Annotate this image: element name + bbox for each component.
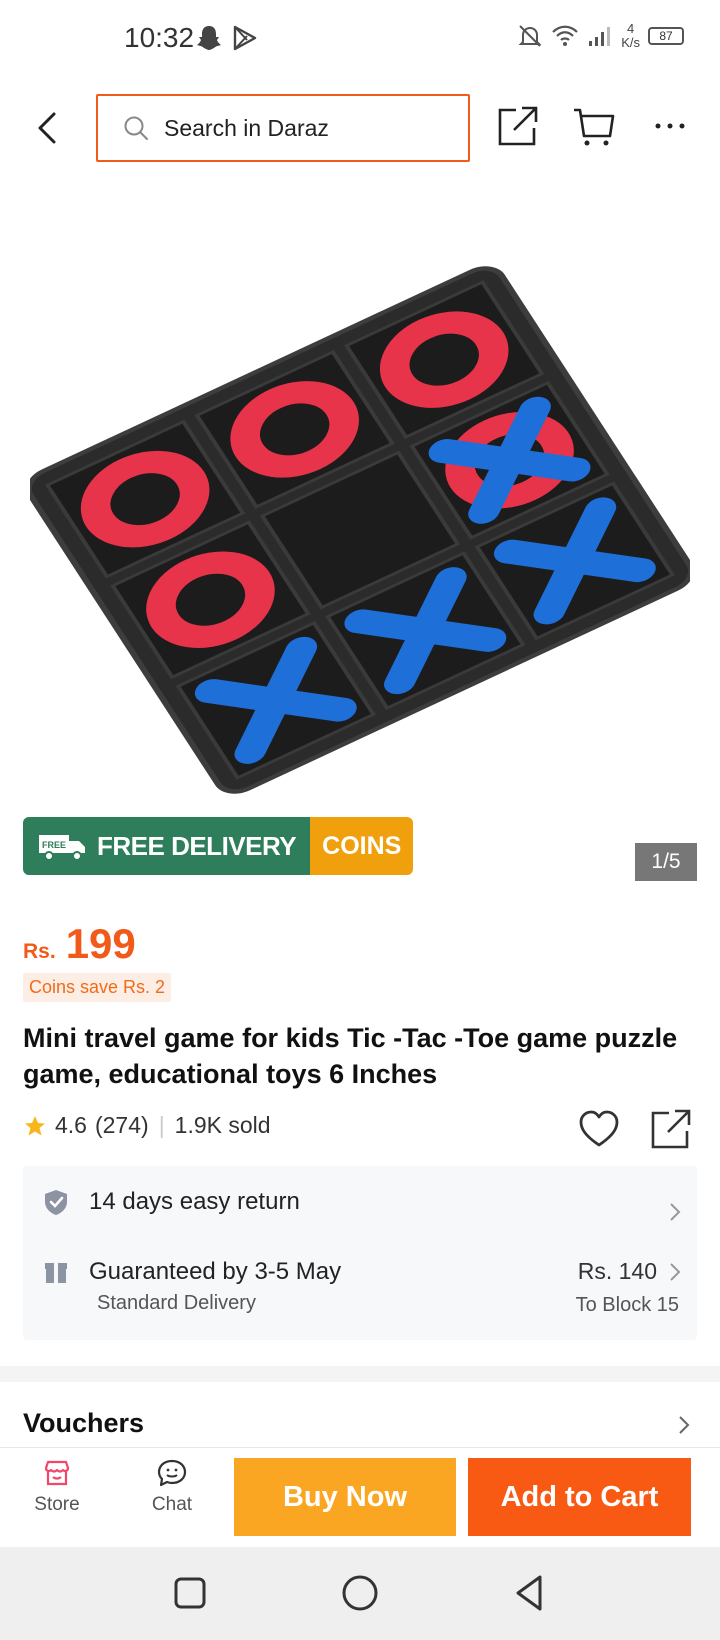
rating-divider: | <box>158 1112 165 1138</box>
free-delivery-badge: FREE FREE DELIVERY <box>23 817 311 875</box>
header: Search in Daraz <box>0 90 720 164</box>
wifi-icon <box>552 25 578 46</box>
star-icon <box>25 1115 45 1135</box>
chat-label: Chat <box>151 1494 193 1515</box>
android-nav-bar <box>0 1547 720 1640</box>
heart-icon[interactable] <box>578 1109 620 1149</box>
price-currency: Rs. <box>23 940 56 963</box>
return-policy-text: 14 days easy return <box>89 1188 300 1215</box>
review-count: (274) <box>94 1112 149 1138</box>
bottom-action-bar: Store Chat Buy Now Add to Cart <box>0 1447 720 1547</box>
more-options-icon[interactable] <box>648 104 692 148</box>
search-icon <box>124 116 148 140</box>
coins-save-tag: Coins save Rs. 2 <box>23 973 172 1002</box>
battery-indicator: 87 <box>648 27 684 45</box>
buy-now-button[interactable]: Buy Now <box>234 1458 456 1536</box>
shield-check-icon <box>45 1190 67 1215</box>
free-delivery-banner: FREE FREE DELIVERY COINS <box>23 817 414 875</box>
chevron-right-icon[interactable] <box>678 1415 690 1435</box>
return-policy-row[interactable]: 14 days easy return <box>43 1188 300 1216</box>
net-speed-unit: K/s <box>621 35 640 50</box>
rating-row[interactable]: 4.6 (274) | 1.9K sold <box>23 1112 271 1139</box>
back-nav-icon[interactable] <box>510 1573 550 1613</box>
free-badge-text: FREE <box>42 840 66 850</box>
coins-badge: COINS <box>310 817 414 875</box>
price-value: 199 <box>65 920 136 967</box>
back-arrow-icon[interactable] <box>30 108 66 148</box>
product-image[interactable] <box>30 260 690 800</box>
store-button[interactable]: Store <box>12 1458 102 1516</box>
recents-icon[interactable] <box>170 1573 210 1613</box>
status-time: 10:32 <box>124 22 195 53</box>
mute-bell-icon <box>518 25 542 47</box>
chevron-right-icon[interactable] <box>669 1262 681 1282</box>
free-delivery-text: FREE DELIVERY <box>97 830 297 861</box>
add-to-cart-button[interactable]: Add to Cart <box>468 1458 691 1536</box>
image-counter: 1/5 <box>635 843 697 881</box>
play-store-icon <box>233 25 257 51</box>
net-speed-value: 4 <box>626 21 635 36</box>
section-divider <box>0 1366 720 1382</box>
chevron-right-icon[interactable] <box>669 1202 681 1222</box>
network-speed: 4 K/s <box>621 22 640 50</box>
delivery-truck-icon: FREE <box>39 835 85 861</box>
search-placeholder: Search in Daraz <box>164 114 329 141</box>
share-icon[interactable] <box>496 104 540 148</box>
price: Rs. 199 <box>23 920 136 968</box>
delivery-fee: Rs. 140 <box>577 1258 657 1284</box>
delivery-destination: To Block 15 <box>575 1294 679 1316</box>
delivery-info-card: 14 days easy return Guaranteed by 3-5 Ma… <box>23 1166 697 1340</box>
product-title: Mini travel game for kids Tic -Tac -Toe … <box>23 1023 678 1089</box>
chat-icon <box>157 1459 187 1487</box>
signal-icon <box>589 27 611 46</box>
snapchat-icon <box>197 26 221 50</box>
sold-count: 1.9K sold <box>174 1112 271 1138</box>
vouchers-title[interactable]: Vouchers <box>23 1408 144 1439</box>
delivery-method: Standard Delivery <box>97 1292 256 1314</box>
status-bar: 10:32 4 K/s 87 <box>0 0 720 80</box>
package-icon <box>45 1263 67 1283</box>
delivery-guarantee: Guaranteed by 3-5 May <box>89 1258 342 1285</box>
store-label: Store <box>34 1494 80 1515</box>
search-input[interactable]: Search in Daraz <box>96 94 470 162</box>
home-icon[interactable] <box>340 1573 380 1613</box>
rating-value: 4.6 <box>55 1112 87 1138</box>
cart-icon[interactable] <box>572 104 616 148</box>
chat-button[interactable]: Chat <box>127 1458 217 1516</box>
store-icon <box>44 1460 70 1486</box>
status-indicators: 4 K/s 87 <box>517 22 684 50</box>
delivery-row[interactable]: Guaranteed by 3-5 May <box>43 1258 341 1286</box>
share-icon[interactable] <box>650 1108 692 1150</box>
